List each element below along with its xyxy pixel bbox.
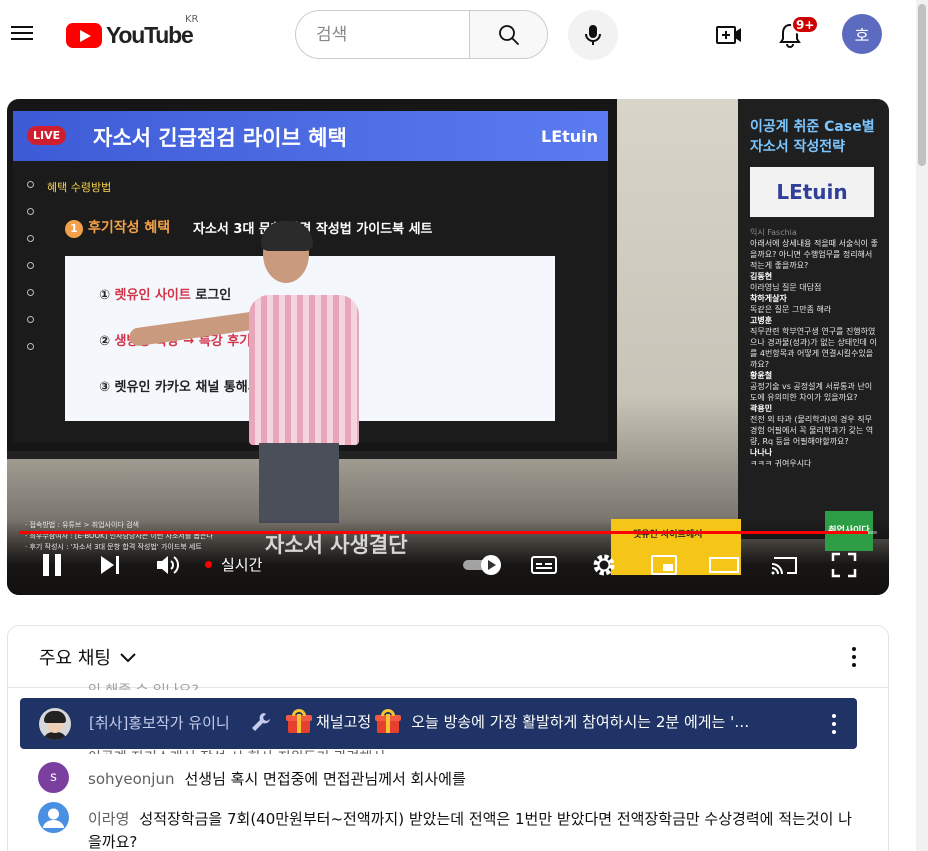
wrench-icon	[252, 713, 270, 731]
chat-title: 주요 채팅	[39, 648, 111, 669]
youtube-logo[interactable]: YouTube	[66, 20, 194, 50]
cast-button[interactable]	[767, 550, 801, 580]
live-indicator[interactable]: 실시간	[205, 554, 262, 575]
chat-author: sohyeonjun	[88, 770, 175, 788]
volume-icon	[157, 556, 179, 574]
autoplay-toggle-icon	[463, 555, 501, 575]
search-box	[295, 10, 548, 59]
hidden-chat-message: 이공계 자기소개서 작성 시 회사 지원동기 관련해서	[88, 747, 508, 754]
slide-benefit-tag: 혜택 수령방법	[47, 181, 112, 194]
microphone-icon	[585, 25, 601, 45]
volume-button[interactable]	[153, 550, 183, 580]
gear-icon	[593, 554, 615, 576]
pinned-text: 채널고정 오늘 방송에 가장 활발하게 참여하시는 2분 에게는 '…	[282, 708, 817, 734]
chat-message[interactable]: 이라영 성적장학금을 7회(40만원부터~전액까지) 받았는데 전액은 1번만 받…	[38, 802, 858, 851]
pinned-message[interactable]: [취사]홍보작가 유이니 채널고정 오늘 방송에 가장 활발하게 참여하시는 2…	[20, 698, 857, 749]
pause-button[interactable]	[37, 550, 67, 580]
region-code: KR	[185, 14, 199, 25]
chat-mode-dropdown[interactable]: 주요 채팅	[39, 644, 137, 670]
video-add-icon	[716, 26, 741, 44]
chat-message-text: 성적장학금을 7회(40만원부터~전액까지) 받았는데 전액은 1번만 받았다면…	[88, 810, 852, 851]
pinned-message-text: 오늘 방송에 가장 활발하게 참여하시는 2분 에게는 '…	[411, 712, 750, 731]
miniplayer-icon	[651, 555, 677, 575]
theater-mode-icon	[709, 557, 739, 573]
slide-live-badge: LIVE	[27, 126, 67, 145]
next-icon	[101, 556, 119, 574]
settings-button[interactable]	[589, 550, 619, 580]
page-scrollbar-thumb[interactable]	[918, 4, 926, 166]
side-panel-chat: 익시 Faschia 아래서에 상세내용 적을때 서술식이 좋을까요? 아니면 …	[750, 228, 878, 468]
live-chat: 주요 채팅 인 해줄 수 있나요? [취사]홍보작가 유이니 채널고정 오늘 방…	[7, 625, 889, 851]
chat-header: 주요 채팅	[8, 626, 888, 688]
pinned-author-avatar	[39, 708, 71, 740]
cast-icon	[771, 557, 797, 575]
search-button[interactable]	[469, 10, 548, 59]
voice-search-button[interactable]	[568, 10, 618, 60]
slide-title: 자소서 긴급점검 라이브 혜택	[93, 126, 347, 150]
gift-icon	[286, 708, 312, 734]
search-icon	[498, 24, 519, 45]
player-controls: 실시간	[7, 544, 889, 586]
masthead: YouTube KR 9+ 호	[0, 0, 916, 70]
fullscreen-icon	[831, 552, 857, 578]
video-side-panel: 이공계 취준 Case별 자소서 작성전략 LEtuin 익시 Faschia …	[738, 99, 889, 539]
slide-section-title: 1 후기작성 혜택	[65, 217, 170, 238]
slide-nav-dots	[27, 181, 37, 370]
chat-author: 이라영	[88, 810, 130, 828]
chat-message-text: 선생님 혹시 면접중에 면접관님께서 회사에를	[184, 770, 466, 788]
notification-count-badge: 9+	[791, 15, 820, 34]
play-logo-icon	[66, 22, 102, 48]
slide-step-1: ① 렛유인 사이트 로그인	[99, 288, 232, 303]
theater-mode-button[interactable]	[707, 550, 741, 580]
chat-message-line: 이라영 성적장학금을 7회(40만원부터~전액까지) 받았는데 전액은 1번만 받…	[88, 808, 858, 851]
chat-more-button[interactable]	[842, 642, 866, 672]
subtitles-button[interactable]	[529, 550, 559, 580]
progress-bar-fill	[19, 531, 869, 534]
slide-header: LIVE 자소서 긴급점검 라이브 혜택 LEtuin	[13, 111, 608, 161]
live-label: 실시간	[221, 556, 263, 574]
autoplay-toggle[interactable]	[459, 550, 507, 580]
chevron-down-icon	[120, 653, 136, 663]
search-input[interactable]	[295, 10, 469, 59]
chat-message[interactable]: s sohyeonjun 선생님 혹시 면접중에 면접관님께서 회사에를	[38, 762, 858, 793]
logo-text: YouTube	[106, 21, 194, 48]
side-panel-logo: LEtuin	[750, 167, 874, 217]
slide-brand: LEtuin	[541, 127, 599, 146]
slide-section-label: 후기작성 혜택	[88, 220, 171, 236]
slide-section-number: 1	[65, 220, 83, 238]
video-player[interactable]: LIVE 자소서 긴급점검 라이브 혜택 LEtuin 혜택 수령방법 1 후기작…	[7, 99, 889, 595]
side-panel-title: 이공계 취준 Case별 자소서 작성전략	[750, 119, 875, 155]
miniplayer-button[interactable]	[649, 550, 679, 580]
faded-chat-message: 인 해줄 수 있나요?	[88, 680, 199, 690]
gift-icon	[375, 708, 402, 734]
menu-icon[interactable]	[10, 22, 34, 46]
slide-step-3: ③ 렛유인 카카오 채널 통해서	[99, 380, 260, 395]
live-dot-icon	[205, 561, 212, 568]
subtitles-icon	[531, 556, 557, 574]
chat-author-avatar: s	[38, 762, 69, 793]
chat-message-line: sohyeonjun 선생님 혹시 면접중에 면접관님께서 회사에를	[88, 768, 858, 791]
pause-icon	[43, 554, 61, 576]
progress-bar[interactable]	[19, 531, 877, 534]
account-avatar[interactable]: 호	[842, 14, 882, 54]
pinned-label: 채널고정	[316, 712, 372, 731]
presenter-figure	[128, 221, 389, 523]
default-user-icon	[43, 808, 64, 828]
chat-author-avatar	[38, 802, 69, 833]
fullscreen-button[interactable]	[829, 550, 859, 580]
create-button[interactable]	[712, 18, 746, 52]
pinned-more-button[interactable]	[822, 709, 846, 739]
pinned-author: [취사]홍보작가 유이니	[89, 714, 230, 732]
next-button[interactable]	[95, 550, 125, 580]
